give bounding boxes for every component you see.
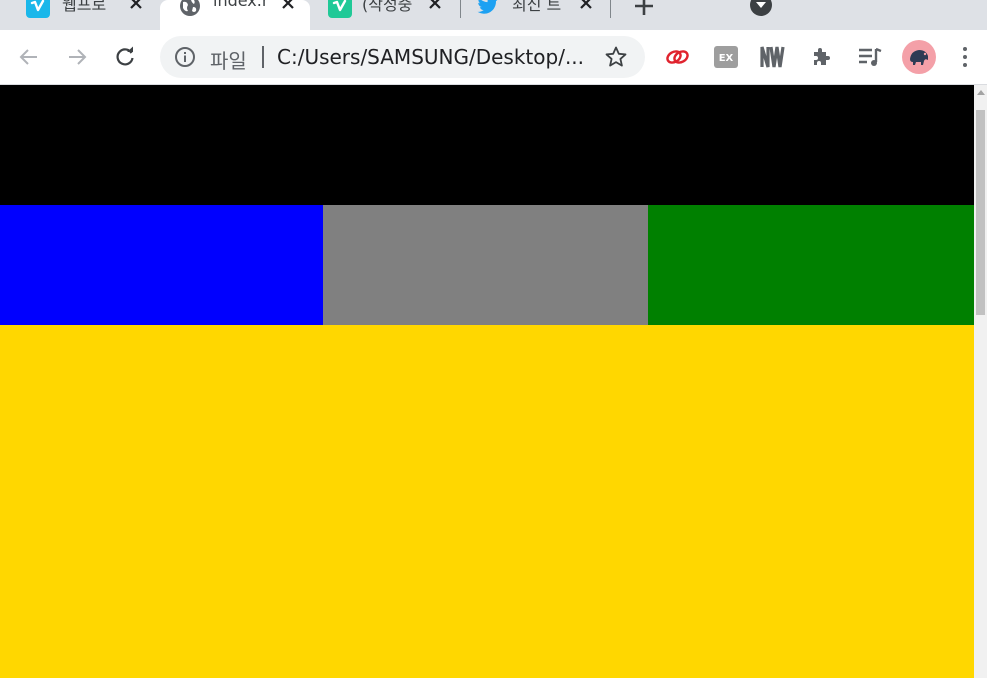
kebab-menu-icon[interactable] [955,42,975,72]
tab-title: index.h [213,0,269,10]
reading-list-icon[interactable] [855,42,885,72]
scheme-label: 파일 [210,49,247,73]
right-column-block [648,205,974,325]
profile-avatar[interactable] [902,40,936,74]
browser-toolbar: 파일 C:/Users/SAMSUNG/Desktop/... EX [0,30,987,85]
middle-column-block [323,205,648,325]
tab-title: 최신 트 [512,0,562,14]
info-icon[interactable] [174,46,196,68]
header-block [0,85,974,205]
vimeo-icon [26,0,50,18]
vimeo-icon [328,0,352,18]
body-block [0,325,974,678]
svg-text:EX: EX [719,53,734,64]
page-viewport [0,85,987,678]
url-text[interactable]: C:/Users/SAMSUNG/Desktop/... [277,45,582,69]
forward-icon[interactable] [62,42,92,72]
new-tab-icon[interactable] [632,0,656,18]
tab-search-icon[interactable] [750,0,772,16]
close-tab-icon[interactable] [425,0,445,13]
scrollbar-thumb[interactable] [976,110,985,315]
twitter-icon [476,0,500,18]
puzzle-icon[interactable] [807,42,837,72]
close-tab-icon[interactable] [278,0,298,13]
tab-twitter[interactable]: 최신 트 [462,0,610,30]
reload-icon[interactable] [110,42,140,72]
bookmark-star-icon[interactable] [604,45,628,69]
tab-index[interactable]: index.h [160,0,310,30]
creative-cloud-icon[interactable] [663,42,693,72]
nw-extension-icon[interactable] [759,42,789,72]
tab-title: (작성중 [362,0,413,14]
globe-icon [178,0,202,18]
left-column-block [0,205,323,325]
back-icon[interactable] [14,42,44,72]
close-tab-icon[interactable] [126,0,146,13]
tab-separator [610,0,611,18]
tab-webpro[interactable]: 웹프로 [0,0,158,30]
address-bar[interactable]: 파일 C:/Users/SAMSUNG/Desktop/... [160,36,645,78]
scroll-up-arrow-icon[interactable] [977,90,985,95]
vertical-scrollbar[interactable] [974,85,987,678]
tab-title: 웹프로 [62,0,107,14]
close-tab-icon[interactable] [576,0,596,13]
tab-draft[interactable]: (작성중 [312,0,460,30]
tab-strip: 웹프로 index.h (작성중 최신 트 [0,0,987,30]
tab-separator [460,0,461,18]
scheme-divider [262,46,264,68]
ex-extension-icon[interactable]: EX [711,42,741,72]
